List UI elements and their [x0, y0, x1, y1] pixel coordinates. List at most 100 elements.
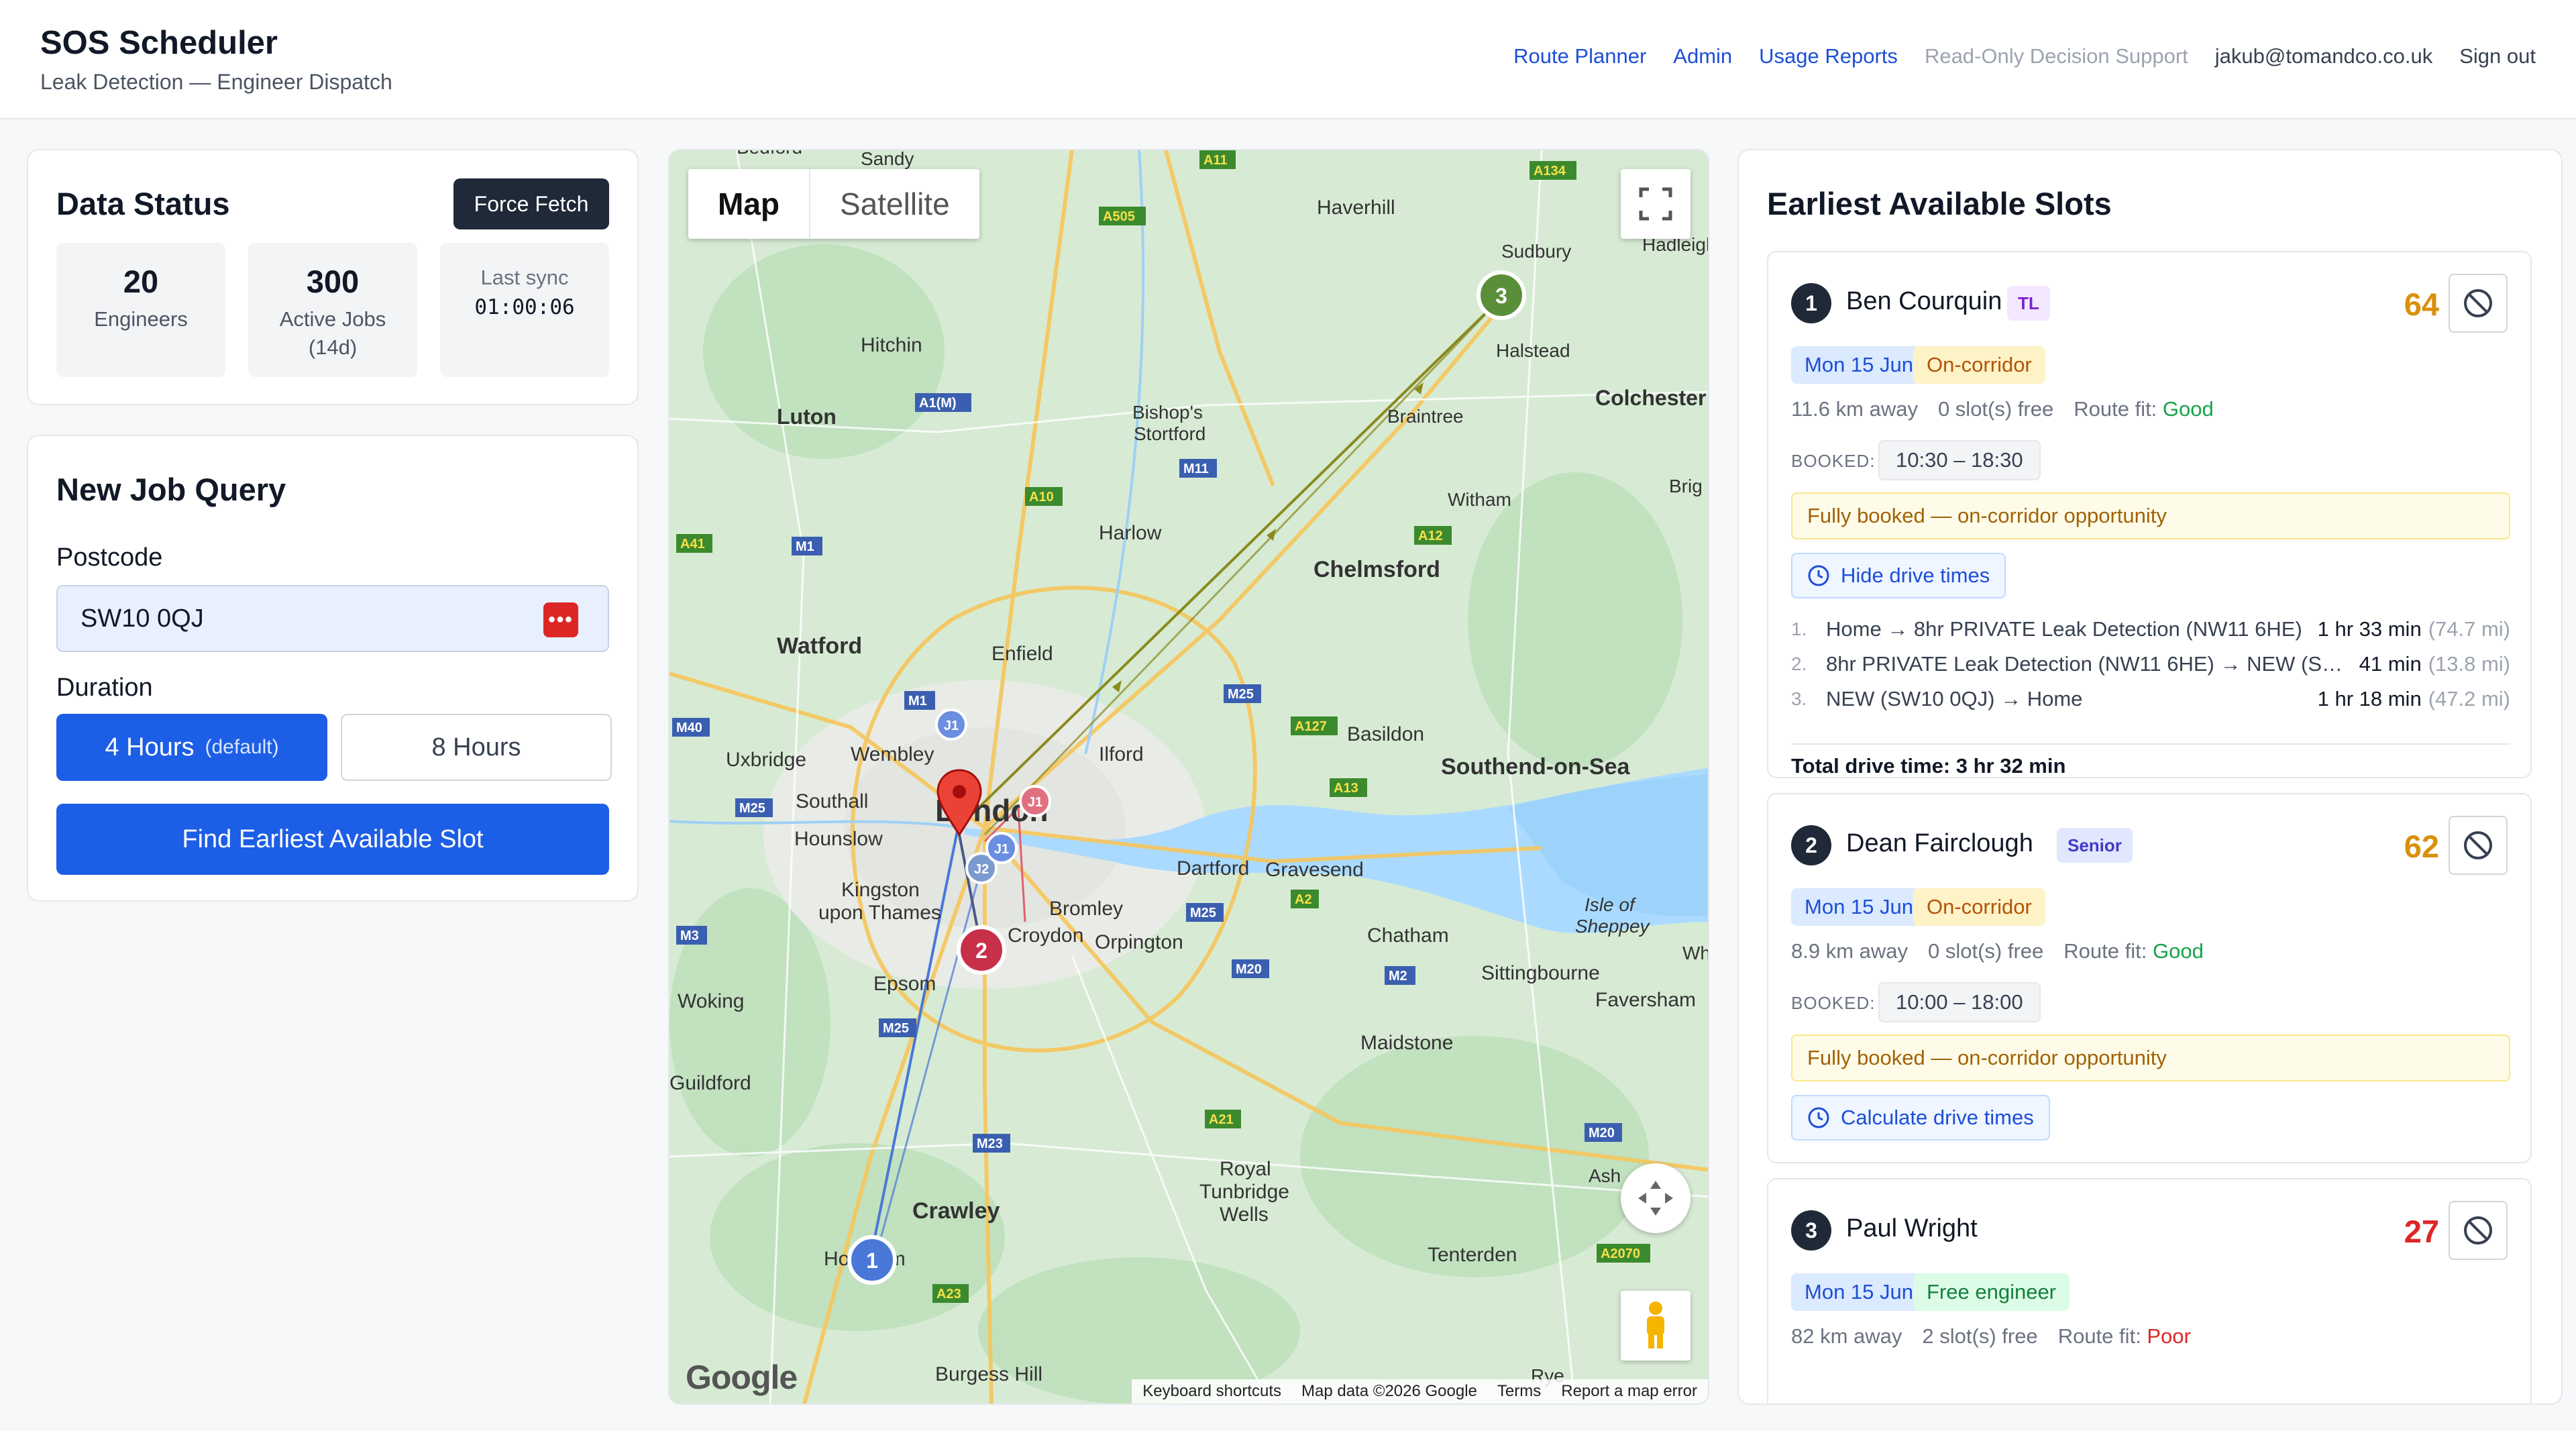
engineer-2-marker: 2 — [957, 925, 1006, 975]
duration-4h-default: (default) — [205, 736, 279, 758]
svg-text:Dartford: Dartford — [1177, 857, 1249, 880]
svg-text:1: 1 — [866, 1249, 878, 1273]
sync-label: Last sync — [480, 266, 569, 289]
svg-text:Uxbridge: Uxbridge — [726, 749, 806, 771]
leg-index: 3. — [1791, 688, 1807, 709]
leg-route: 8hr PRIVATE Leak Detection (NW11 6HE) → … — [1826, 652, 2359, 676]
engineers-stat: 20 Engineers — [56, 243, 225, 377]
force-fetch-button[interactable]: Force Fetch — [453, 178, 609, 229]
postcode-value: SW10 0QJ — [80, 604, 204, 633]
sync-stat: Last sync 01:00:06 — [440, 243, 609, 377]
terms-link[interactable]: Terms — [1497, 1382, 1541, 1401]
svg-text:A12: A12 — [1418, 529, 1443, 543]
block-icon — [2464, 831, 2492, 859]
svg-text:A2: A2 — [1295, 892, 1312, 907]
svg-text:A10: A10 — [1029, 490, 1054, 505]
svg-text:Haverhill: Haverhill — [1317, 197, 1395, 219]
route-map[interactable]: Bedford Sandy Haverhill Sudbury Hadleigh… — [668, 149, 1709, 1405]
free-slots: 0 slot(s) free — [1937, 397, 2054, 421]
svg-text:Ilford: Ilford — [1099, 743, 1144, 765]
job-query-card: New Job Query Postcode SW10 0QJ ••• Dura… — [27, 435, 639, 902]
svg-text:M11: M11 — [1183, 462, 1209, 476]
password-manager-icon[interactable]: ••• — [543, 602, 578, 637]
map-attribution: Keyboard shortcuts Map data ©2026 Google… — [1132, 1379, 1708, 1403]
report-error-link[interactable]: Report a map error — [1561, 1382, 1697, 1401]
svg-text:Witham: Witham — [1448, 489, 1511, 510]
jobs-sublabel: (14d) — [308, 335, 358, 359]
block-icon — [2464, 1216, 2492, 1244]
svg-text:Colchester: Colchester — [1595, 386, 1706, 410]
svg-text:M40: M40 — [676, 721, 702, 735]
satellite-tab[interactable]: Satellite — [810, 169, 979, 239]
svg-text:M20: M20 — [1589, 1126, 1615, 1141]
nav-usage-reports[interactable]: Usage Reports — [1759, 44, 1898, 68]
svg-text:Croydon: Croydon — [1008, 924, 1083, 947]
leg-distance: (74.7 mi) — [2428, 617, 2510, 641]
score-value: 27 — [2404, 1214, 2439, 1249]
engineers-count: 20 — [123, 264, 159, 299]
calculate-drive-times-button[interactable]: Calculate drive times — [1791, 1095, 2050, 1141]
booked-label: BOOKED: — [1791, 993, 1876, 1013]
svg-text:Luton: Luton — [777, 405, 837, 429]
svg-text:Gravesend: Gravesend — [1265, 859, 1364, 881]
exclude-engineer-button[interactable] — [2449, 274, 2508, 333]
sync-value: 01:00:06 — [474, 295, 575, 319]
date-chip: Mon 15 Jun — [1791, 1273, 1927, 1311]
toggle-drive-times-button[interactable]: Hide drive times — [1791, 553, 2006, 598]
clock-icon — [1808, 1107, 1829, 1128]
street-view-pegman-icon[interactable] — [1621, 1291, 1690, 1361]
pan-control-icon[interactable] — [1621, 1163, 1690, 1233]
job-marker-j1a: J1 — [935, 708, 967, 741]
svg-text:Sandy: Sandy — [861, 150, 914, 169]
total-drive-time: Total drive time: 3 hr 32 min — [1791, 743, 2510, 778]
duration-8h-button[interactable]: 8 Hours — [341, 714, 612, 781]
free-slots: 2 slot(s) free — [1922, 1324, 2038, 1348]
drive-legs-list: 1. Home → 8hr PRIVATE Leak Detection (NW… — [1791, 612, 2510, 717]
map-type-toggle: Map Satellite — [688, 169, 979, 239]
exclude-engineer-button[interactable] — [2449, 816, 2508, 875]
rank-badge: 2 — [1791, 825, 1831, 865]
map-tab[interactable]: Map — [688, 169, 810, 239]
svg-text:A41: A41 — [680, 537, 705, 551]
leg-duration: 41 min — [2359, 652, 2422, 676]
svg-text:Epsom: Epsom — [873, 973, 936, 995]
app-title: SOS Scheduler — [40, 25, 278, 61]
svg-text:Basildon: Basildon — [1347, 723, 1424, 745]
job-query-title: New Job Query — [56, 472, 286, 507]
route-fit-value: Poor — [2147, 1324, 2191, 1348]
exclude-engineer-button[interactable] — [2449, 1201, 2508, 1260]
duration-4h-button[interactable]: 4 Hours (default) — [56, 714, 327, 781]
keyboard-shortcuts-link[interactable]: Keyboard shortcuts — [1142, 1382, 1281, 1401]
find-slot-button[interactable]: Find Earliest Available Slot — [56, 804, 609, 875]
svg-text:Chatham: Chatham — [1367, 924, 1449, 947]
svg-text:A127: A127 — [1295, 719, 1327, 734]
svg-text:Chelmsford: Chelmsford — [1313, 557, 1440, 582]
duration-label: Duration — [56, 674, 153, 702]
svg-text:Wh: Wh — [1682, 943, 1709, 963]
svg-text:J1: J1 — [1028, 795, 1042, 810]
nav-admin[interactable]: Admin — [1673, 44, 1732, 68]
rank-badge: 1 — [1791, 283, 1831, 323]
svg-text:A11: A11 — [1203, 153, 1228, 168]
leg-index: 1. — [1791, 619, 1807, 639]
role-badge: TL — [2007, 286, 2050, 321]
route-fit-label: Route fit: — [2057, 1324, 2141, 1348]
svg-text:Tenterden: Tenterden — [1428, 1244, 1517, 1266]
sign-out-link[interactable]: Sign out — [2459, 44, 2536, 68]
nav-decision-support[interactable]: Read-Only Decision Support — [1925, 44, 2188, 68]
nav-route-planner[interactable]: Route Planner — [1513, 44, 1646, 68]
svg-text:Brig: Brig — [1669, 476, 1703, 496]
free-engineer-chip: Free engineer — [1913, 1273, 2070, 1311]
engineer-1-marker: 1 — [847, 1235, 897, 1285]
slot-meta: 8.9 km away 0 slot(s) free Route fit: Go… — [1791, 939, 2204, 963]
svg-text:Tunbridge: Tunbridge — [1199, 1181, 1289, 1203]
svg-text:Orpington: Orpington — [1095, 931, 1183, 953]
fullscreen-icon[interactable] — [1621, 169, 1690, 239]
rank-badge: 3 — [1791, 1210, 1831, 1251]
map-canvas[interactable]: Bedford Sandy Haverhill Sudbury Hadleigh… — [669, 150, 1709, 1405]
route-fit: Route fit: Poor — [2058, 1324, 2191, 1348]
job-marker-j1b: J1 — [1019, 785, 1051, 817]
leg-duration: 1 hr 18 min — [2317, 687, 2422, 710]
app-subtitle: Leak Detection — Engineer Dispatch — [40, 70, 392, 94]
postcode-input[interactable]: SW10 0QJ ••• — [56, 585, 609, 652]
